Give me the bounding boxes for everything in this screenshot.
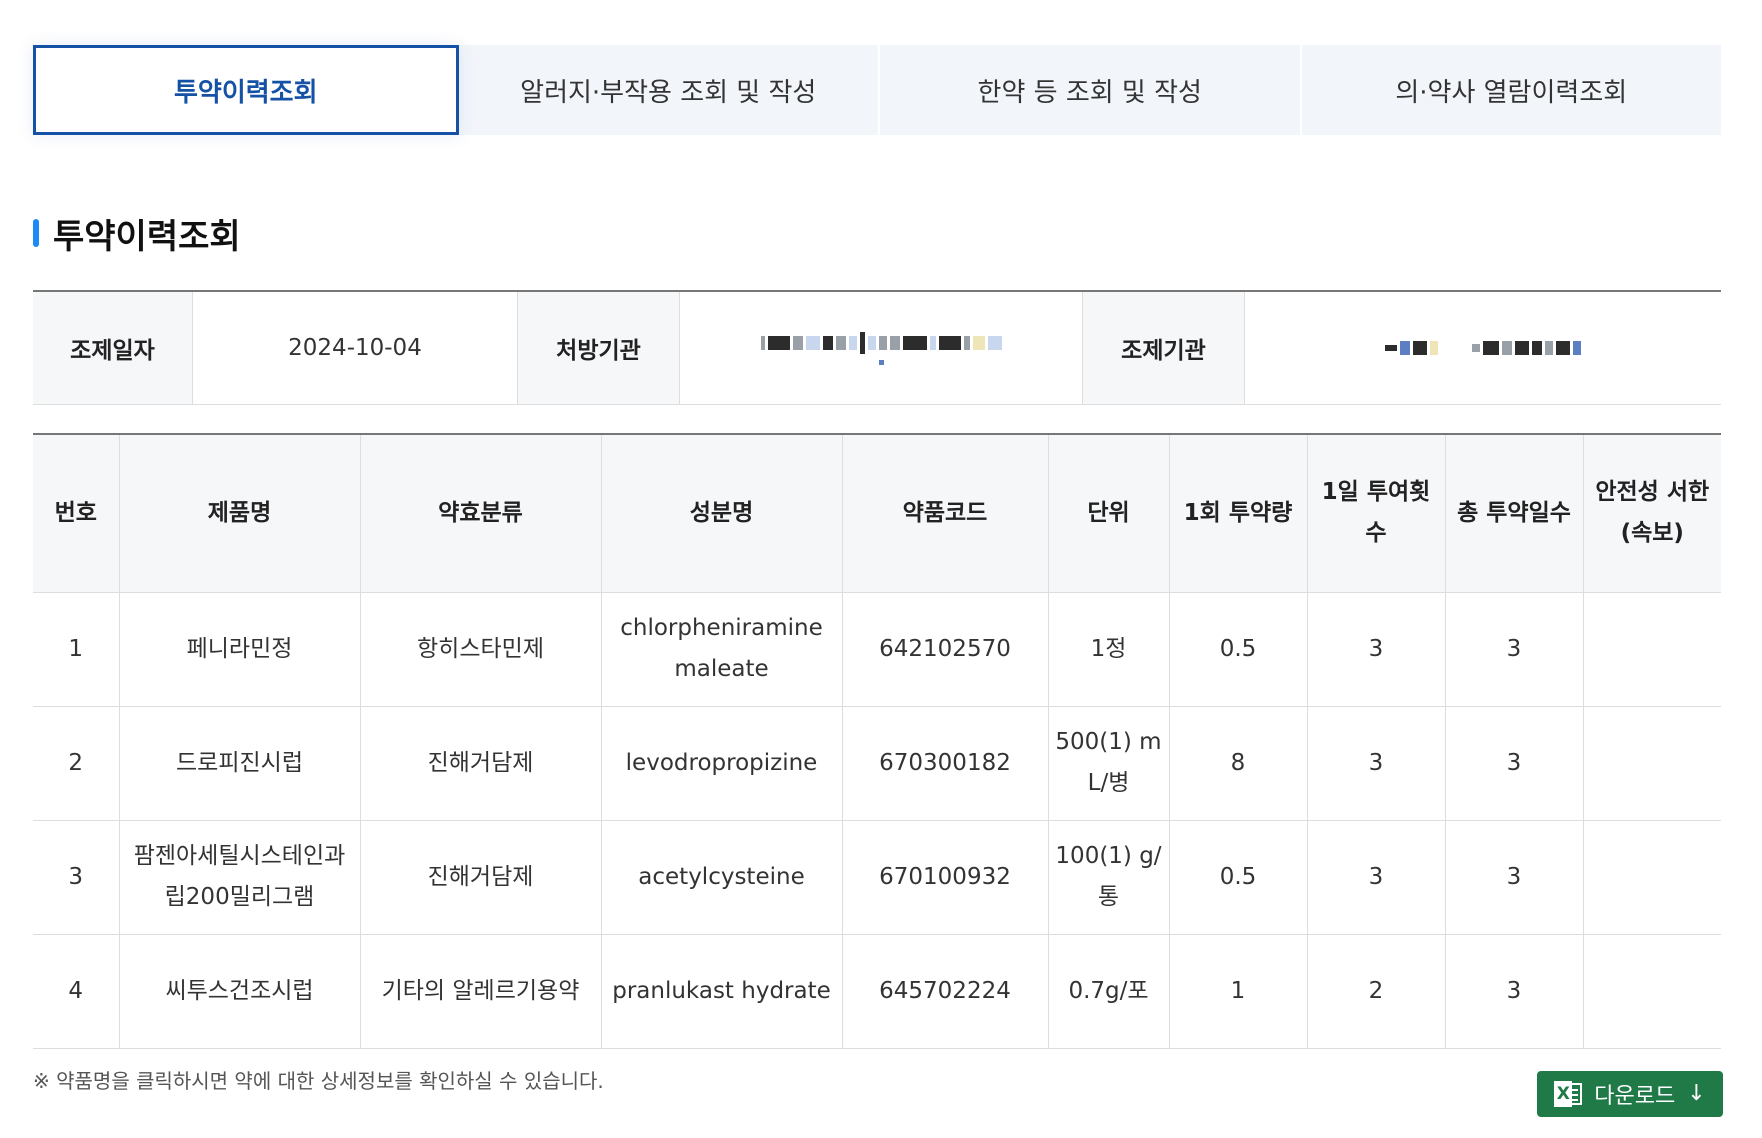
tab-allergy-side-effects[interactable]: 알러지·부작용 조회 및 작성 <box>459 45 880 135</box>
download-button[interactable]: X 다운로드 ↓ <box>1537 1071 1723 1117</box>
dispense-info-table: 조제일자 2024-10-04 처방기관 조제기관 <box>33 290 1721 405</box>
cell-ingredient: pranlukast hydrate <box>601 934 843 1048</box>
cell-product-link[interactable]: 팜젠아세틸시스테인과립200밀리그램 <box>119 820 361 934</box>
cell-dose: 1 <box>1169 934 1308 1048</box>
cell-code: 670100932 <box>842 820 1049 934</box>
cell-ingredient: chlorpheniramine maleate <box>601 592 843 706</box>
cell-days: 3 <box>1445 820 1584 934</box>
header-daily: 1일 투여횟수 <box>1307 434 1446 592</box>
header-unit: 단위 <box>1048 434 1170 592</box>
cell-unit: 500(1) mL/병 <box>1048 706 1170 820</box>
header-class: 약효분류 <box>360 434 602 592</box>
pharmacy-label: 조제기관 <box>1083 292 1245 404</box>
cell-no: 4 <box>33 934 120 1048</box>
cell-days: 3 <box>1445 592 1584 706</box>
title-accent-bar <box>33 219 39 247</box>
cell-safety <box>1583 706 1721 820</box>
header-dose: 1회 투약량 <box>1169 434 1308 592</box>
excel-icon: X <box>1554 1081 1583 1107</box>
cell-code: 645702224 <box>842 934 1049 1048</box>
cell-class: 기타의 알레르기용약 <box>360 934 602 1048</box>
cell-ingredient: levodropropizine <box>601 706 843 820</box>
cell-code: 642102570 <box>842 592 1049 706</box>
header-days: 총 투약일수 <box>1445 434 1584 592</box>
dispense-date-label: 조제일자 <box>33 292 193 404</box>
tab-herbal-medicine[interactable]: 한약 등 조회 및 작성 <box>880 45 1302 135</box>
arrow-down-icon: ↓ <box>1687 1081 1706 1106</box>
header-no: 번호 <box>33 434 120 592</box>
cell-dose: 0.5 <box>1169 820 1308 934</box>
cell-no: 3 <box>33 820 120 934</box>
section-heading: 투약이력조회 <box>33 210 241 257</box>
cell-unit: 100(1) g/통 <box>1048 820 1170 934</box>
pharmacy-value-redacted <box>1245 292 1721 404</box>
cell-daily: 2 <box>1307 934 1446 1048</box>
cell-dose: 8 <box>1169 706 1308 820</box>
header-product: 제품명 <box>119 434 361 592</box>
cell-ingredient: acetylcysteine <box>601 820 843 934</box>
download-label: 다운로드 <box>1594 1084 1676 1109</box>
cell-safety <box>1583 592 1721 706</box>
prescriber-value-redacted <box>680 292 1083 404</box>
cell-days: 3 <box>1445 934 1584 1048</box>
table-row: 4 씨투스건조시럽 기타의 알레르기용약 pranlukast hydrate … <box>33 934 1721 1048</box>
cell-class: 진해거담제 <box>360 706 602 820</box>
cell-safety <box>1583 820 1721 934</box>
cell-no: 1 <box>33 592 120 706</box>
table-row: 2 드로피진시럽 진해거담제 levodropropizine 67030018… <box>33 706 1721 820</box>
cell-daily: 3 <box>1307 820 1446 934</box>
tab-viewing-history[interactable]: 의·약사 열람이력조회 <box>1302 45 1722 135</box>
cell-daily: 3 <box>1307 706 1446 820</box>
prescriber-label: 처방기관 <box>518 292 680 404</box>
cell-code: 670300182 <box>842 706 1049 820</box>
cell-no: 2 <box>33 706 120 820</box>
cell-daily: 3 <box>1307 592 1446 706</box>
tab-bar: 투약이력조회 알러지·부작용 조회 및 작성 한약 등 조회 및 작성 의·약사… <box>33 45 1721 135</box>
cell-dose: 0.5 <box>1169 592 1308 706</box>
info-note: ※ 약품명을 클릭하시면 약에 대한 상세정보를 확인하실 수 있습니다. <box>33 1069 604 1093</box>
cell-days: 3 <box>1445 706 1584 820</box>
cell-class: 항히스타민제 <box>360 592 602 706</box>
header-ingredient: 성분명 <box>601 434 843 592</box>
cell-unit: 0.7g/포 <box>1048 934 1170 1048</box>
dispense-date-value: 2024-10-04 <box>193 292 518 404</box>
header-code: 약품코드 <box>842 434 1049 592</box>
cell-safety <box>1583 934 1721 1048</box>
cell-product-link[interactable]: 페니라민정 <box>119 592 361 706</box>
table-row: 3 팜젠아세틸시스테인과립200밀리그램 진해거담제 acetylcystein… <box>33 820 1721 934</box>
cell-product-link[interactable]: 드로피진시럽 <box>119 706 361 820</box>
medication-table: 번호 제품명 약효분류 성분명 약품코드 단위 1회 투약량 1일 투여횟수 총… <box>33 433 1721 1049</box>
page-title: 투약이력조회 <box>53 216 241 257</box>
cell-class: 진해거담제 <box>360 820 602 934</box>
header-safety: 안전성 서한(속보) <box>1595 479 1710 547</box>
table-header-row: 번호 제품명 약효분류 성분명 약품코드 단위 1회 투약량 1일 투여횟수 총… <box>33 434 1721 592</box>
cell-product-link[interactable]: 씨투스건조시럽 <box>119 934 361 1048</box>
cell-unit: 1정 <box>1048 592 1170 706</box>
table-row: 1 페니라민정 항히스타민제 chlorpheniramine maleate … <box>33 592 1721 706</box>
tab-medication-history[interactable]: 투약이력조회 <box>33 45 459 135</box>
